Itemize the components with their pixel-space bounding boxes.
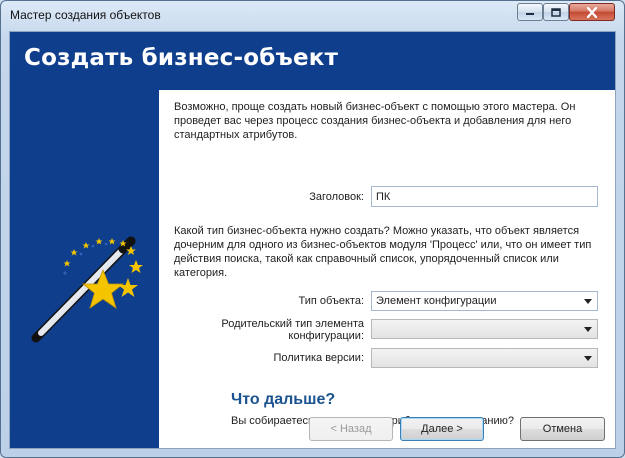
- close-icon: [586, 6, 598, 18]
- whats-next-heading: Что дальше?: [231, 391, 336, 408]
- caption-label: Заголовок:: [309, 191, 364, 203]
- type-question-text: Какой тип бизнес-объекта нужно создать? …: [174, 225, 592, 279]
- object-type-dropdown[interactable]: Элемент конфигурации: [371, 291, 598, 311]
- caption-input[interactable]: [371, 186, 598, 207]
- minimize-button[interactable]: [517, 3, 543, 21]
- cancel-button[interactable]: Отмена: [520, 417, 605, 441]
- wizard-content: Возможно, проще создать новый бизнес-объ…: [159, 90, 615, 448]
- object-type-label: Тип объекта:: [298, 295, 364, 307]
- minimize-icon: [526, 13, 534, 15]
- maximize-icon: [551, 7, 561, 17]
- back-button[interactable]: < Назад: [309, 417, 393, 441]
- version-policy-dropdown[interactable]: [371, 348, 598, 368]
- chevron-down-icon: [584, 327, 592, 332]
- version-policy-label: Политика версии:: [273, 352, 364, 364]
- magic-wand-icon: [31, 236, 143, 343]
- chevron-down-icon: [584, 356, 592, 361]
- parent-type-label-line1: Родительский тип элемента: [221, 318, 364, 330]
- chevron-down-icon: [584, 299, 592, 304]
- close-button[interactable]: [569, 3, 615, 21]
- maximize-button[interactable]: [543, 3, 569, 21]
- wizard-side-panel: [10, 90, 159, 448]
- parent-type-label-line2: конфигурации:: [288, 330, 364, 342]
- page-title: Создать бизнес-объект: [24, 45, 339, 71]
- parent-type-label: Родительский тип элемента конфигурации:: [204, 318, 364, 342]
- parent-type-dropdown[interactable]: [371, 319, 598, 339]
- next-button[interactable]: Далее >: [400, 417, 484, 441]
- wizard-banner: Создать бизнес-объект: [10, 32, 615, 90]
- title-bar[interactable]: Мастер создания объектов: [1, 1, 624, 31]
- window-title: Мастер создания объектов: [10, 8, 161, 22]
- object-type-value: Элемент конфигурации: [376, 295, 497, 307]
- wizard-client-area: Создать бизнес-объект Возможно, проще со…: [9, 31, 616, 449]
- wizard-window: Мастер создания объектов Создать бизнес-…: [0, 0, 625, 458]
- intro-text: Возможно, проще создать новый бизнес-объ…: [174, 101, 576, 141]
